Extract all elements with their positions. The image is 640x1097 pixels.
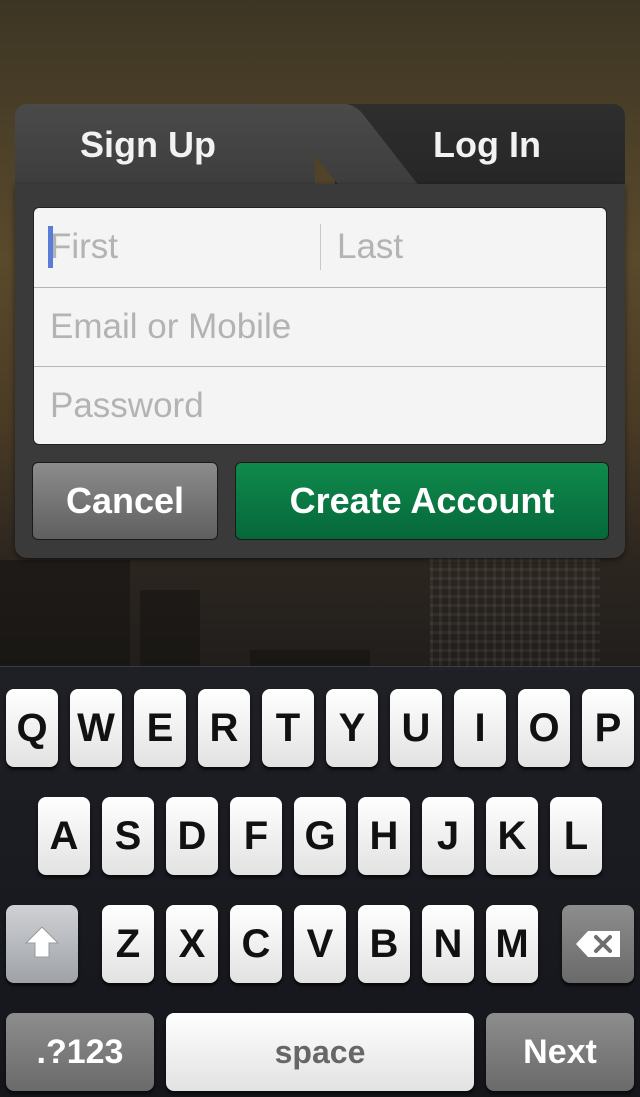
password-row <box>34 366 606 445</box>
key-w[interactable]: W <box>70 689 122 767</box>
tab-sign-up-label: Sign Up <box>80 124 216 165</box>
key-u[interactable]: U <box>390 689 442 767</box>
shift-key[interactable] <box>6 905 78 983</box>
key-i[interactable]: I <box>454 689 506 767</box>
email-row <box>34 287 606 366</box>
key-z[interactable]: Z <box>102 905 154 983</box>
create-account-button[interactable]: Create Account <box>235 462 609 540</box>
key-r[interactable]: R <box>198 689 250 767</box>
signup-form <box>33 207 607 445</box>
key-a[interactable]: A <box>38 797 90 875</box>
backspace-icon <box>574 907 622 985</box>
key-y[interactable]: Y <box>326 689 378 767</box>
email-or-mobile-input[interactable] <box>34 288 606 366</box>
first-name-input[interactable] <box>34 208 320 286</box>
key-f[interactable]: F <box>230 797 282 875</box>
key-o[interactable]: O <box>518 689 570 767</box>
key-h[interactable]: H <box>358 797 410 875</box>
key-t[interactable]: T <box>262 689 314 767</box>
keyboard: Q W E R T Y U I O P A S D F G H J K L Z … <box>0 666 640 1097</box>
key-l[interactable]: L <box>550 797 602 875</box>
key-k[interactable]: K <box>486 797 538 875</box>
key-m[interactable]: M <box>486 905 538 983</box>
key-j[interactable]: J <box>422 797 474 875</box>
name-row <box>34 208 606 286</box>
key-x[interactable]: X <box>166 905 218 983</box>
key-p[interactable]: P <box>582 689 634 767</box>
key-c[interactable]: C <box>230 905 282 983</box>
numbers-key[interactable]: .?123 <box>6 1013 154 1091</box>
signup-dialog: Sign Up Log In Cancel Create Account <box>15 104 625 558</box>
key-n[interactable]: N <box>422 905 474 983</box>
key-q[interactable]: Q <box>6 689 58 767</box>
delete-key[interactable] <box>562 905 634 983</box>
shift-arrow-icon <box>24 907 60 985</box>
cancel-button[interactable]: Cancel <box>32 462 218 540</box>
last-name-input[interactable] <box>321 208 606 286</box>
key-d[interactable]: D <box>166 797 218 875</box>
tab-log-in-label[interactable]: Log In <box>433 124 541 166</box>
key-g[interactable]: G <box>294 797 346 875</box>
key-s[interactable]: S <box>102 797 154 875</box>
password-input[interactable] <box>34 367 606 445</box>
key-b[interactable]: B <box>358 905 410 983</box>
next-key[interactable]: Next <box>486 1013 634 1091</box>
text-cursor <box>48 226 53 268</box>
key-e[interactable]: E <box>134 689 186 767</box>
key-v[interactable]: V <box>294 905 346 983</box>
space-key[interactable]: space <box>166 1013 474 1091</box>
